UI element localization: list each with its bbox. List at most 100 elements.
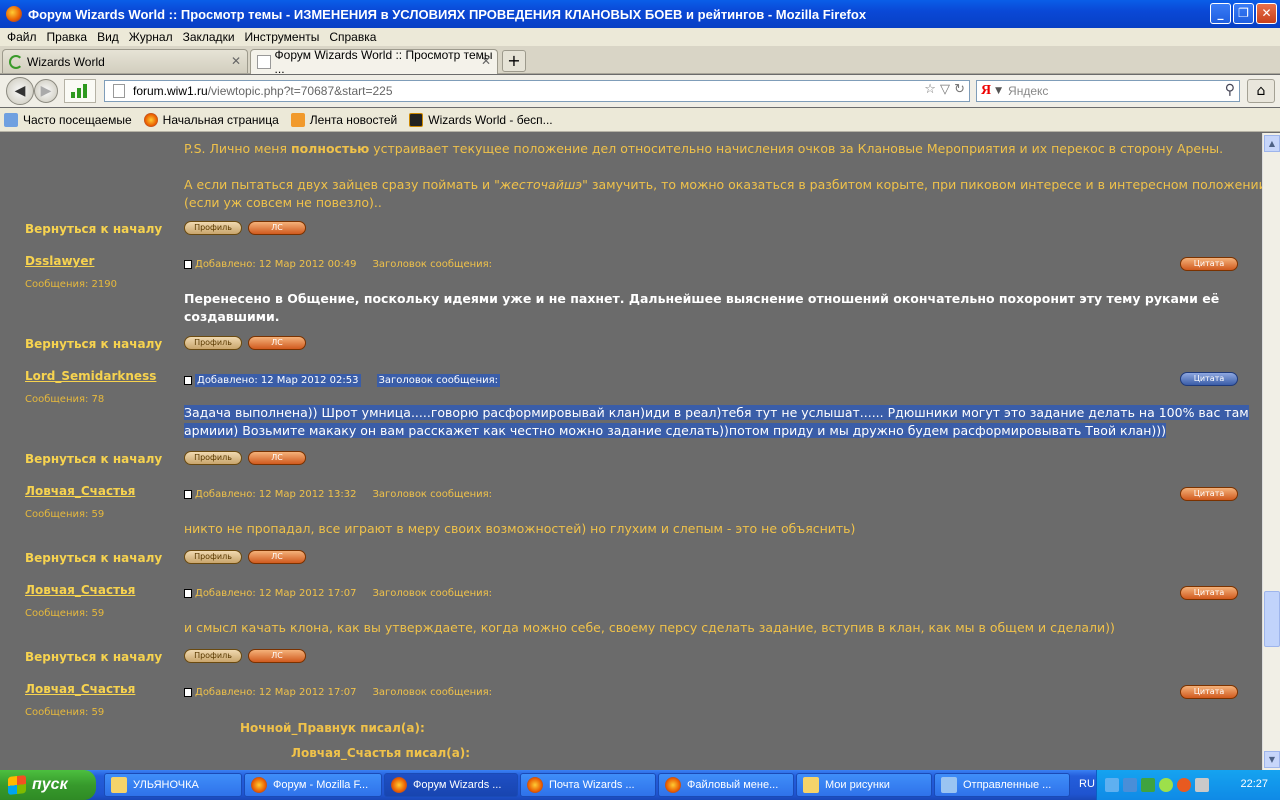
pm-button[interactable]: ЛС [248, 221, 306, 235]
firefox-icon [391, 777, 407, 793]
task-button[interactable]: Файловый мене... [658, 773, 794, 797]
post-meta: Добавлено: 12 Мар 2012 13:32 Заголовок со… [184, 489, 492, 500]
task-button[interactable]: УЛЬЯНОЧКА [104, 773, 242, 797]
post-text: создавшими. [184, 309, 280, 324]
maximize-button[interactable]: ❐ [1233, 3, 1254, 24]
page-scrollbar[interactable]: ▲ ▼ [1262, 133, 1280, 770]
menu-history[interactable]: Журнал [129, 30, 173, 44]
tab-close-icon[interactable]: ✕ [231, 54, 241, 68]
pm-button[interactable]: ЛС [248, 550, 306, 564]
home-button[interactable]: ⌂ [1247, 79, 1275, 103]
url-host: forum.wiw1.ru [133, 84, 208, 98]
post-author[interactable]: Dsslawyer [25, 254, 94, 268]
menu-tools[interactable]: Инструменты [245, 30, 320, 44]
post-text: никто не пропадал, все играют в меру сво… [184, 521, 856, 536]
back-button[interactable]: ◀ [6, 77, 34, 105]
new-tab-button[interactable]: + [502, 50, 526, 72]
pm-button[interactable]: ЛС [248, 336, 306, 350]
bookmark-star-icon[interactable]: ☆ ▽ ↻ [924, 82, 965, 97]
forward-button[interactable]: ▶ [34, 79, 58, 103]
back-to-top-link[interactable]: Вернуться к началу [25, 337, 162, 351]
flower-icon[interactable] [1159, 778, 1173, 792]
quote-header: Ловчая_Счастья писал(а): [291, 746, 471, 760]
bookmark-news-feed[interactable]: Лента новостей [290, 112, 397, 127]
post-text: (если уж совсем не повезло).. [184, 195, 382, 210]
page-icon [257, 55, 271, 69]
forum-page: P.S. Лично меня полностью устраивает тек… [0, 133, 1262, 770]
profile-button[interactable]: Профиль [184, 649, 242, 663]
profile-button[interactable]: Профиль [184, 451, 242, 465]
post-meta: Добавлено: 12 Мар 2012 00:49 Заголовок со… [184, 259, 492, 270]
post-text-selected: Задача выполнена)) Шрот умница.....говор… [184, 405, 1249, 420]
scroll-thumb[interactable] [1264, 591, 1280, 647]
language-indicator[interactable]: RU [1079, 778, 1095, 790]
task-button[interactable]: Отправленные ... [934, 773, 1070, 797]
tab-strip: Wizards World ✕ Форум Wizards World :: П… [0, 46, 1280, 76]
post-meta: Добавлено: 12 Мар 2012 02:53 Заголовок со… [184, 374, 501, 387]
bookmark-most-visited[interactable]: Часто посещаемые [4, 112, 132, 127]
taskbar: пуск УЛЬЯНОЧКА Форум - Mozilla F... Фору… [0, 770, 1280, 800]
minimize-button[interactable]: _ [1210, 3, 1231, 24]
close-button[interactable]: ✕ [1256, 3, 1277, 24]
network-icon[interactable] [1105, 778, 1119, 792]
menu-bookmarks[interactable]: Закладки [183, 30, 235, 44]
tab-close-icon[interactable]: ✕ [481, 54, 491, 68]
post-text: А если пытаться двух зайцев сразу поймат… [184, 177, 1262, 192]
task-button[interactable]: Мои рисунки [796, 773, 932, 797]
rss-icon [290, 112, 305, 127]
volume-icon[interactable] [1195, 778, 1209, 792]
yandex-icon[interactable]: Я [981, 83, 991, 99]
task-button-active[interactable]: Форум Wizards ... [384, 773, 518, 797]
shield-icon[interactable] [1141, 778, 1155, 792]
task-button[interactable]: Почта Wizards ... [520, 773, 656, 797]
system-tray: 22:27 [1096, 770, 1280, 800]
menu-bar: Файл Правка Вид Журнал Закладки Инструме… [0, 28, 1280, 46]
post-author[interactable]: Ловчая_Счастья [25, 484, 135, 498]
clock[interactable]: 22:27 [1240, 778, 1268, 790]
post-count: Сообщения: 59 [25, 608, 105, 619]
pm-button[interactable]: ЛС [248, 451, 306, 465]
post-icon [184, 688, 192, 697]
profile-button[interactable]: Профиль [184, 221, 242, 235]
scroll-up-icon[interactable]: ▲ [1264, 135, 1280, 152]
folder-icon [4, 112, 18, 127]
post-text-selected: армиии) Возьмите макаку он вам расскажет… [184, 423, 1167, 438]
signal-icon[interactable] [64, 79, 96, 103]
monitor-icon[interactable] [1123, 778, 1137, 792]
folder-icon [111, 777, 127, 793]
tab-forum[interactable]: Форум Wizards World :: Просмотр темы ...… [250, 48, 498, 76]
pm-button[interactable]: ЛС [248, 649, 306, 663]
quote-button[interactable]: Цитата [1180, 372, 1238, 386]
bookmark-start-page[interactable]: Начальная страница [143, 112, 279, 127]
windows-logo-icon [8, 775, 26, 795]
bookmark-wizards-world[interactable]: Wizards World - бесп... [409, 112, 553, 127]
search-bar[interactable]: Я ▼ Яндекс ⚲ [976, 80, 1240, 102]
back-to-top-link[interactable]: Вернуться к началу [25, 650, 162, 664]
menu-help[interactable]: Справка [329, 30, 376, 44]
profile-button[interactable]: Профиль [184, 550, 242, 564]
post-text: P.S. Лично меня полностью устраивает тек… [184, 141, 1224, 156]
quote-button[interactable]: Цитата [1180, 586, 1238, 600]
menu-file[interactable]: Файл [7, 30, 37, 44]
menu-view[interactable]: Вид [97, 30, 119, 44]
start-button[interactable]: пуск [0, 770, 96, 800]
antivirus-icon[interactable] [1177, 778, 1191, 792]
quote-button[interactable]: Цитата [1180, 685, 1238, 699]
post-author[interactable]: Lord_Semidarkness [25, 369, 156, 383]
quote-button[interactable]: Цитата [1180, 257, 1238, 271]
tab-wizards-world[interactable]: Wizards World ✕ [2, 49, 248, 73]
window-title: Форум Wizards World :: Просмотр темы - И… [28, 6, 867, 22]
task-button[interactable]: Форум - Mozilla F... [244, 773, 382, 797]
scroll-down-icon[interactable]: ▼ [1264, 751, 1280, 768]
url-bar[interactable]: forum.wiw1.ru/viewtopic.php?t=70687&star… [104, 80, 970, 102]
menu-edit[interactable]: Правка [47, 30, 88, 44]
post-author[interactable]: Ловчая_Счастья [25, 583, 135, 597]
back-to-top-link[interactable]: Вернуться к началу [25, 222, 162, 236]
post-author[interactable]: Ловчая_Счастья [25, 682, 135, 696]
back-to-top-link[interactable]: Вернуться к началу [25, 551, 162, 565]
post-count: Сообщения: 59 [25, 509, 105, 520]
back-to-top-link[interactable]: Вернуться к началу [25, 452, 162, 466]
profile-button[interactable]: Профиль [184, 336, 242, 350]
quote-button[interactable]: Цитата [1180, 487, 1238, 501]
search-icon[interactable]: ⚲ [1225, 82, 1235, 98]
